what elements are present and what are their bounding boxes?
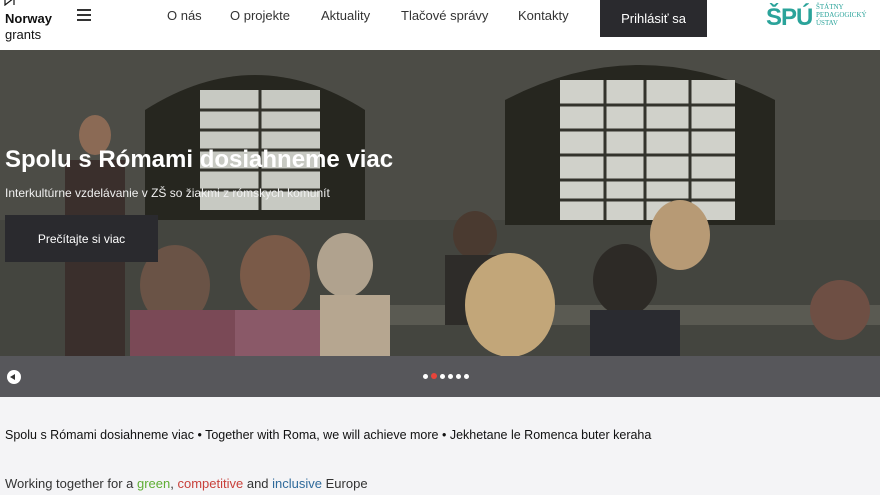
word-competitive: competitive <box>177 476 244 491</box>
intro-section: Spolu s Rómami dosiahneme viac • Togethe… <box>0 397 880 495</box>
prev-slide-arrow-icon[interactable] <box>7 370 21 384</box>
slider-dot[interactable] <box>440 374 445 379</box>
slider-dot[interactable] <box>464 374 469 379</box>
word-inclusive: inclusive <box>272 476 323 491</box>
nav-item-kontakty[interactable]: Kontakty <box>518 8 569 23</box>
norway-grants-logo-icon[interactable] <box>4 0 56 6</box>
word-green: green <box>137 476 171 491</box>
login-button[interactable]: Prihlásiť sa <box>600 0 707 37</box>
site-header: Norway grants O nás O projekte Aktuality… <box>0 0 880 50</box>
nav-item-aktuality[interactable]: Aktuality <box>321 8 370 23</box>
working-together-text: Working together for a green, competitiv… <box>5 476 368 491</box>
tagline: Spolu s Rómami dosiahneme viac • Togethe… <box>5 428 652 442</box>
hero-title: Spolu s Rómami dosiahneme viac <box>5 146 394 173</box>
spu-logo-mark: ŠPÚ <box>766 4 813 31</box>
brand-name-line1: Norway <box>5 11 52 26</box>
nav-item-tlacove-spravy[interactable]: Tlačové správy <box>401 8 488 23</box>
hero-slider: Spolu s Rómami dosiahneme viac Interkult… <box>0 50 880 360</box>
slider-dot[interactable] <box>448 374 453 379</box>
nav-item-o-nas[interactable]: O nás <box>167 8 202 23</box>
hero-background-image <box>0 50 880 360</box>
slider-dot[interactable] <box>431 373 437 379</box>
spu-logo-text: ŠTÁTNY PEDAGOGICKÝ ÚSTAV <box>816 3 867 27</box>
slider-controls <box>0 356 880 397</box>
brand-logo[interactable]: Norway grants <box>5 11 52 43</box>
slider-dots <box>423 373 469 379</box>
menu-icon[interactable] <box>77 9 91 21</box>
nav-item-o-projekte[interactable]: O projekte <box>230 8 290 23</box>
brand-name-line2: grants <box>5 27 42 42</box>
slider-dot[interactable] <box>456 374 461 379</box>
read-more-button[interactable]: Prečítajte si viac <box>5 215 158 262</box>
hero-subtitle: Interkultúrne vzdelávanie v ZŠ so žiakmi… <box>5 186 330 200</box>
slider-dot[interactable] <box>423 374 428 379</box>
